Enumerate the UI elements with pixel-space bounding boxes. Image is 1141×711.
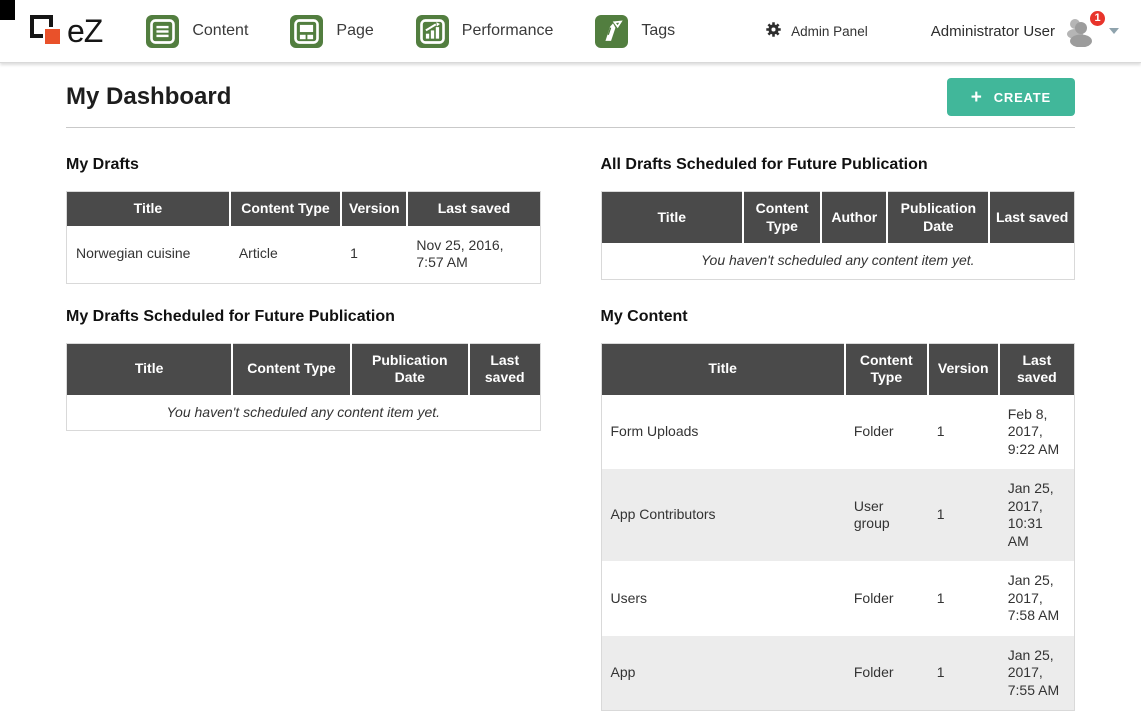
column-header: Content Type	[845, 343, 928, 395]
column-header: Title	[67, 343, 233, 395]
notification-badge: 1	[1088, 9, 1107, 28]
ez-logo[interactable]: eZ	[30, 12, 102, 50]
table-cell: Users	[601, 561, 845, 636]
nav-label: Tags	[641, 22, 675, 40]
user-name: Administrator User	[931, 23, 1055, 40]
table-cell: Form Uploads	[601, 395, 845, 470]
plus-icon: +	[971, 88, 983, 107]
section-title: My Drafts Scheduled for Future Publicati…	[66, 308, 541, 326]
top-navigation-bar: eZ Content Page Performance Tags	[0, 0, 1141, 63]
table-cell: 1	[928, 561, 999, 636]
empty-message: You haven't scheduled any content item y…	[601, 243, 1075, 279]
create-button[interactable]: + CREATE	[947, 78, 1075, 116]
column-header: Version	[341, 192, 407, 226]
empty-message: You haven't scheduled any content item y…	[67, 395, 541, 431]
column-header: Publication Date	[351, 343, 469, 395]
column-header: Title	[601, 343, 845, 395]
ez-logo-text: eZ	[67, 13, 102, 50]
gear-icon	[765, 21, 782, 41]
admin-panel-label: Admin Panel	[791, 24, 868, 39]
all-drafts-scheduled-table: TitleContent TypeAuthorPublication DateL…	[601, 191, 1076, 280]
column-header: Title	[601, 192, 743, 244]
user-menu[interactable]: Administrator User 1	[931, 16, 1125, 47]
tags-icon	[595, 15, 628, 48]
table-cell: App Contributors	[601, 469, 845, 561]
table-row[interactable]: AppFolder1Jan 25, 2017, 7:55 AM	[601, 636, 1075, 711]
column-header: Content Type	[230, 192, 341, 226]
nav-item-page[interactable]: Page	[290, 15, 373, 48]
admin-panel-button[interactable]: Admin Panel	[765, 21, 868, 41]
page-title: My Dashboard	[66, 83, 231, 111]
nav-label: Content	[192, 22, 248, 40]
table-cell: Feb 8, 2017, 9:22 AM	[999, 395, 1075, 470]
my-content-table: TitleContent TypeVersionLast savedForm U…	[601, 343, 1076, 711]
user-avatar-icon[interactable]: 1	[1064, 16, 1098, 47]
table-cell: Folder	[845, 395, 928, 470]
performance-icon	[416, 15, 449, 48]
page-icon	[290, 15, 323, 48]
table-cell: User group	[845, 469, 928, 561]
main-nav: Content Page Performance Tags	[146, 15, 675, 48]
table-cell: Article	[230, 226, 341, 284]
table-header-row: TitleContent TypeVersionLast saved	[601, 343, 1075, 395]
nav-label: Page	[336, 22, 373, 40]
table-header-row: TitleContent TypeAuthorPublication DateL…	[601, 192, 1075, 244]
table-cell: Jan 25, 2017, 7:55 AM	[999, 636, 1075, 711]
nav-label: Performance	[462, 22, 554, 40]
table-cell: Folder	[845, 636, 928, 711]
section-title: My Content	[601, 308, 1076, 326]
column-header: Author	[821, 192, 887, 244]
window-corner-artifact	[0, 0, 15, 20]
column-header: Title	[67, 192, 230, 226]
empty-row: You haven't scheduled any content item y…	[601, 243, 1075, 279]
section-my-drafts: My Drafts TitleContent TypeVersionLast s…	[66, 156, 541, 284]
column-header: Last saved	[469, 343, 540, 395]
table-cell: 1	[928, 469, 999, 561]
dashboard-content: My Drafts TitleContent TypeVersionLast s…	[0, 128, 1141, 711]
column-header: Last saved	[999, 343, 1075, 395]
table-cell: Jan 25, 2017, 10:31 AM	[999, 469, 1075, 561]
content-icon	[146, 15, 179, 48]
ez-logo-mark-icon	[30, 12, 64, 50]
table-cell: 1	[341, 226, 407, 284]
table-header-row: TitleContent TypePublication DateLast sa…	[67, 343, 541, 395]
table-cell: Folder	[845, 561, 928, 636]
table-cell: Nov 25, 2016, 7:57 AM	[407, 226, 540, 284]
my-drafts-scheduled-table: TitleContent TypePublication DateLast sa…	[66, 343, 541, 432]
column-header: Content Type	[743, 192, 821, 244]
empty-row: You haven't scheduled any content item y…	[67, 395, 541, 431]
column-header: Publication Date	[887, 192, 989, 244]
table-row[interactable]: Form UploadsFolder1Feb 8, 2017, 9:22 AM	[601, 395, 1075, 470]
chevron-down-icon	[1109, 28, 1119, 34]
section-title: My Drafts	[66, 156, 541, 174]
create-button-label: CREATE	[994, 90, 1051, 105]
column-header: Version	[928, 343, 999, 395]
table-cell: 1	[928, 395, 999, 470]
table-cell: Norwegian cuisine	[67, 226, 230, 284]
dashboard-header: My Dashboard + CREATE	[66, 63, 1075, 128]
table-header-row: TitleContent TypeVersionLast saved	[67, 192, 541, 226]
column-header: Content Type	[232, 343, 350, 395]
table-cell: App	[601, 636, 845, 711]
table-cell: Jan 25, 2017, 7:58 AM	[999, 561, 1075, 636]
nav-item-content[interactable]: Content	[146, 15, 248, 48]
nav-item-tags[interactable]: Tags	[595, 15, 675, 48]
column-header: Last saved	[407, 192, 540, 226]
section-title: All Drafts Scheduled for Future Publicat…	[601, 156, 1076, 174]
my-drafts-table: TitleContent TypeVersionLast savedNorweg…	[66, 191, 541, 284]
table-row[interactable]: Norwegian cuisineArticle1Nov 25, 2016, 7…	[67, 226, 541, 284]
nav-item-performance[interactable]: Performance	[416, 15, 554, 48]
table-cell: 1	[928, 636, 999, 711]
section-all-drafts-scheduled: All Drafts Scheduled for Future Publicat…	[601, 156, 1076, 284]
table-row[interactable]: App ContributorsUser group1Jan 25, 2017,…	[601, 469, 1075, 561]
section-my-drafts-scheduled: My Drafts Scheduled for Future Publicati…	[66, 308, 541, 711]
column-header: Last saved	[989, 192, 1074, 244]
section-my-content: My Content TitleContent TypeVersionLast …	[601, 308, 1076, 711]
table-row[interactable]: UsersFolder1Jan 25, 2017, 7:58 AM	[601, 561, 1075, 636]
